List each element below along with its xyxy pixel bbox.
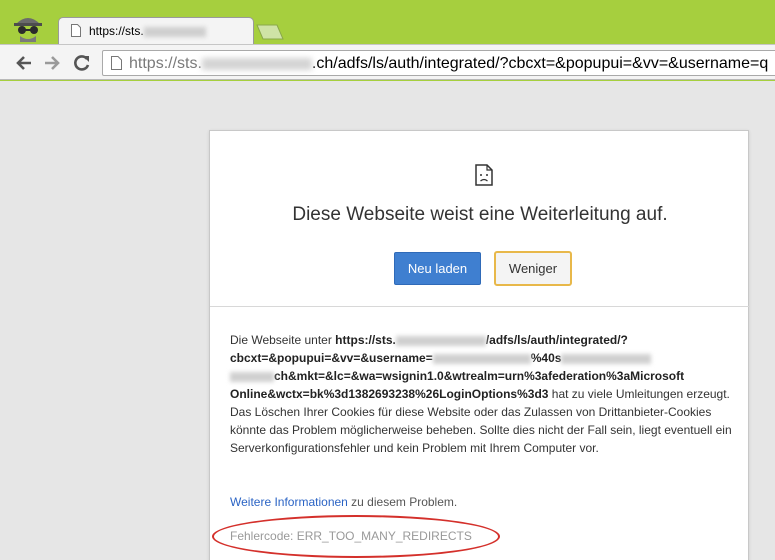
new-tab-button[interactable] <box>255 24 285 40</box>
more-info-link[interactable]: Weitere Informationen <box>230 495 348 509</box>
tab-title: https://sts. <box>89 24 206 38</box>
address-bar[interactable]: https://sts. .ch/adfs/ls/auth/integrated/… <box>102 50 775 76</box>
error-card: Diese Webseite weist eine Weiterleitung … <box>209 130 750 560</box>
less-button-label: Weniger <box>508 261 558 276</box>
reload-button[interactable]: Neu laden <box>394 252 481 285</box>
error-heading: Diese Webseite weist eine Weiterleitung … <box>292 204 668 225</box>
back-arrow-icon[interactable] <box>14 53 34 73</box>
highlight-circle <box>212 515 500 558</box>
page-icon <box>111 56 122 70</box>
browser-toolbar: https://sts. .ch/adfs/ls/auth/integrated/… <box>0 44 775 80</box>
sad-page-icon <box>475 164 493 186</box>
error-details: Die Webseite unter https://sts./adfs/ls/… <box>230 333 732 455</box>
page-icon <box>71 24 81 37</box>
incognito-icon <box>14 18 42 42</box>
divider <box>210 306 750 307</box>
more-info: Weitere Informationen zu diesem Problem. <box>230 495 458 509</box>
tab-strip: https://sts. <box>0 0 775 44</box>
reload-icon[interactable] <box>72 53 92 73</box>
less-button[interactable]: Weniger <box>494 251 572 286</box>
active-tab[interactable]: https://sts. <box>58 17 254 44</box>
forward-arrow-icon[interactable] <box>42 53 62 73</box>
url-text: https://sts. .ch/adfs/ls/auth/integrated/… <box>129 55 769 72</box>
